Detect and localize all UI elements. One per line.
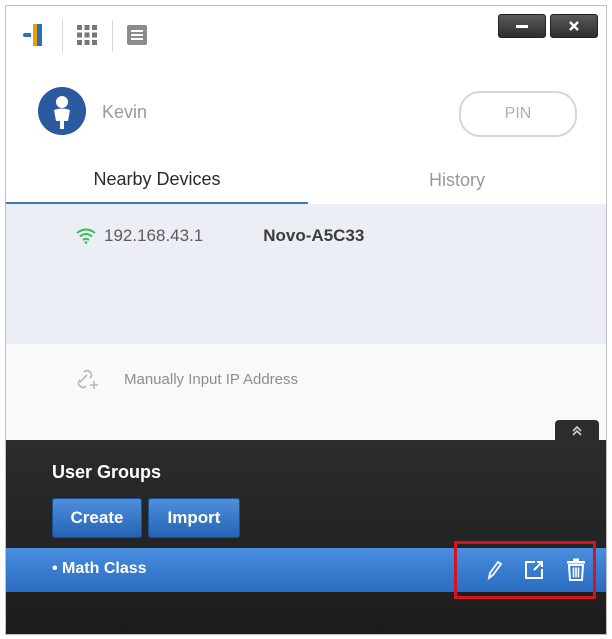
minimize-icon xyxy=(516,24,528,28)
close-button[interactable] xyxy=(550,14,598,38)
pin-button[interactable]: PIN xyxy=(459,91,577,137)
device-name: Novo-A5C33 xyxy=(263,226,365,245)
actions-highlight-box xyxy=(454,541,596,599)
tab-bar: Nearby Devices History xyxy=(6,156,606,205)
app-logo-icon[interactable] xyxy=(20,20,50,50)
close-icon xyxy=(569,21,579,31)
double-chevron-up-icon xyxy=(572,425,582,436)
wifi-icon xyxy=(76,228,96,244)
group-name: • Math Class xyxy=(52,560,147,577)
collapse-panel-button[interactable] xyxy=(555,420,599,442)
toolbar-divider xyxy=(112,20,113,52)
user-row: Kevin PIN xyxy=(6,64,606,164)
tab-nearby-devices[interactable]: Nearby Devices xyxy=(6,156,308,205)
create-button[interactable]: Create xyxy=(52,498,142,538)
toolbar-divider xyxy=(62,20,63,52)
link-add-icon xyxy=(77,369,98,389)
device-list: 192.168.43.1 Novo-A5C33 xyxy=(6,204,606,345)
user-groups-title: User Groups xyxy=(52,462,162,482)
tab-history[interactable]: History xyxy=(308,156,606,205)
device-ip: 192.168.43.1 xyxy=(104,226,204,245)
manual-ip-label: Manually Input IP Address xyxy=(124,370,298,388)
grid-icon[interactable] xyxy=(72,20,102,50)
manual-ip-button[interactable]: Manually Input IP Address xyxy=(76,368,298,390)
user-avatar-icon xyxy=(38,87,86,135)
device-item[interactable]: 192.168.43.1 Novo-A5C33 xyxy=(76,226,364,246)
minimize-button[interactable] xyxy=(498,14,546,38)
user-groups-panel: User Groups Create Import • Math Class xyxy=(6,440,606,634)
manual-ip-section: Manually Input IP Address xyxy=(6,344,606,440)
username: Kevin xyxy=(102,102,148,122)
list-icon[interactable] xyxy=(122,20,152,50)
app-window: Kevin PIN Nearby Devices History 192.168… xyxy=(5,5,607,635)
import-button[interactable]: Import xyxy=(148,498,240,538)
toolbar xyxy=(6,6,606,64)
